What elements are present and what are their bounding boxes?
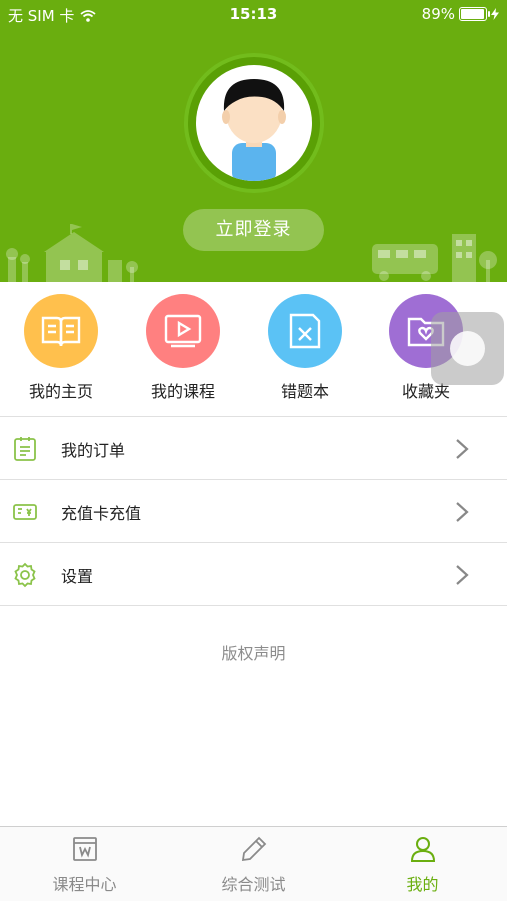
tab-label: 我的 — [406, 875, 439, 894]
tab-comprehensive-test[interactable]: 综合测试 — [169, 835, 338, 895]
avatar[interactable] — [188, 57, 320, 189]
tab-course-center[interactable]: 课程中心 — [0, 835, 169, 895]
charging-bolt-icon — [491, 8, 499, 20]
course-center-icon — [72, 837, 97, 861]
profile-header: 立即登录 — [0, 0, 507, 282]
quick-item-label: 我的主页 — [28, 382, 93, 401]
quick-item-my-homepage[interactable]: 我的主页 — [6, 294, 116, 402]
avatar-cartoon-boy-icon — [222, 79, 286, 181]
order-list-icon — [14, 437, 36, 461]
tab-label: 综合测试 — [221, 875, 286, 894]
settings-gear-icon — [14, 562, 36, 588]
login-button[interactable]: 立即登录 — [183, 209, 324, 251]
battery-icon — [459, 7, 490, 21]
settings-list: 我的订单 充值卡充值 设置 — [0, 416, 507, 606]
status-bar: 无 SIM 卡 15:13 89% — [0, 0, 507, 28]
pencil-icon — [241, 836, 266, 862]
wrong-questions-icon — [268, 294, 342, 368]
chevron-right-icon — [456, 439, 469, 459]
tab-label: 课程中心 — [52, 875, 117, 894]
floating-assistive-button[interactable] — [431, 312, 504, 385]
battery-percent: 89% — [421, 5, 455, 23]
chevron-right-icon — [456, 565, 469, 585]
list-item-recharge-card[interactable]: 充值卡充值 — [0, 480, 507, 543]
video-icon — [146, 294, 220, 368]
quick-item-wrong-questions[interactable]: 错题本 — [250, 294, 360, 402]
copyright-link[interactable]: 版权声明 — [0, 640, 507, 664]
recharge-card-icon — [13, 504, 37, 520]
list-item-label: 设置 — [61, 567, 94, 586]
quick-item-label: 我的课程 — [150, 382, 215, 401]
chevron-right-icon — [456, 502, 469, 522]
bottom-tab-bar: 课程中心 综合测试 我的 — [0, 826, 507, 901]
list-item-settings[interactable]: 设置 — [0, 543, 507, 606]
list-item-label: 我的订单 — [61, 441, 126, 460]
tab-mine[interactable]: 我的 — [338, 835, 507, 895]
quick-item-label: 错题本 — [280, 382, 329, 401]
list-item-label: 充值卡充值 — [61, 504, 142, 523]
list-item-my-orders[interactable]: 我的订单 — [0, 417, 507, 480]
person-icon — [410, 837, 435, 862]
book-icon — [24, 294, 98, 368]
quick-item-my-courses[interactable]: 我的课程 — [128, 294, 238, 402]
